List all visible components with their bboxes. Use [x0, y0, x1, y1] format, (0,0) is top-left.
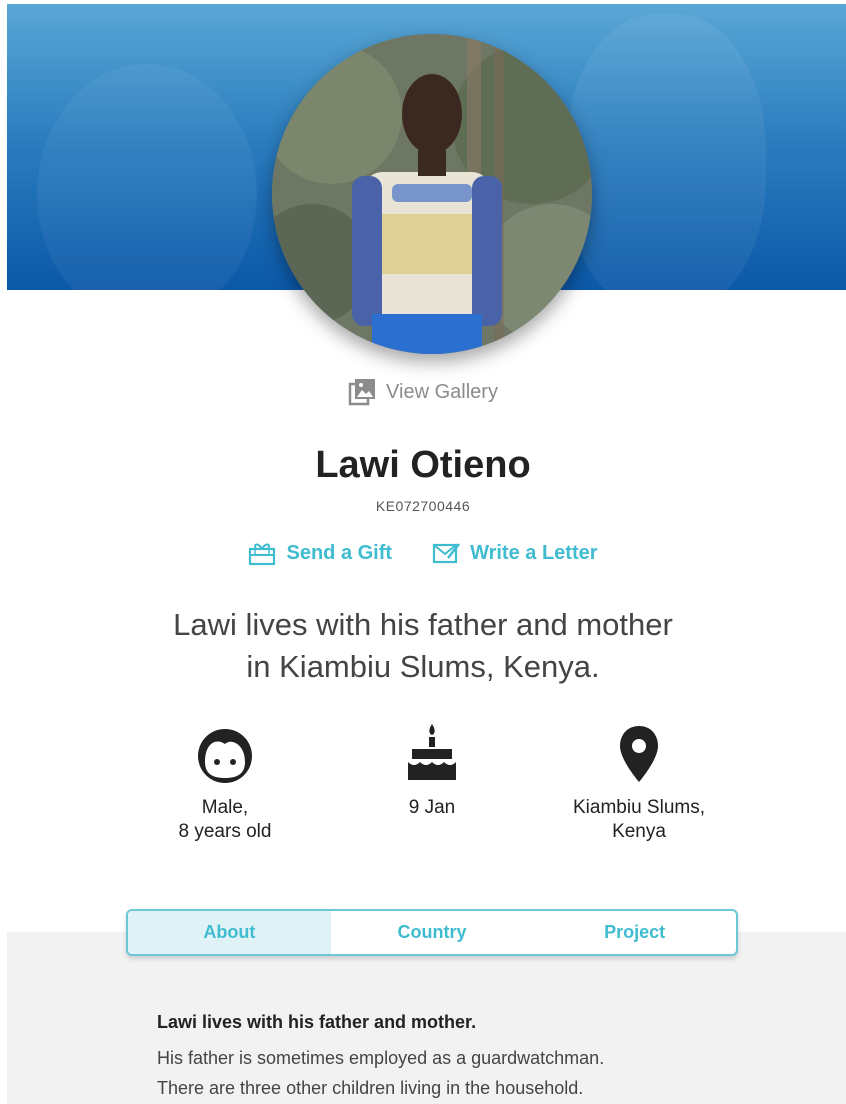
gallery-icon [348, 379, 376, 406]
summary-line: in Kiambiu Slums, Kenya. [246, 649, 600, 684]
fact-location-country: Kenya [612, 821, 666, 842]
send-gift-button[interactable]: Send a Gift [248, 540, 392, 566]
fact-age: 8 years old [178, 821, 272, 842]
write-letter-label: Write a Letter [470, 541, 598, 564]
child-facts: Male, 8 years old 9 Jan Kiambiu Slums, K… [125, 722, 739, 844]
send-gift-label: Send a Gift [286, 541, 393, 564]
child-id: KE072700446 [375, 498, 471, 514]
fact-location-city: Kiambiu Slums, [573, 797, 705, 818]
view-gallery-label: View Gallery [386, 380, 498, 403]
child-name: Lawi Otieno [315, 444, 531, 486]
location-pin-icon [620, 726, 658, 782]
child-summary: Lawi lives with his father and mother in… [0, 604, 846, 688]
fact-gender-age: Male, 8 years old [125, 722, 325, 844]
about-text-line: There are three other children living in… [157, 1078, 584, 1098]
fact-birthday: 9 Jan [332, 722, 532, 844]
birthday-cake-icon [408, 724, 456, 780]
about-section: Lawi lives with his father and mother. H… [157, 1012, 777, 1103]
envelope-pen-icon [432, 543, 461, 564]
info-tabs: About Country Project [126, 909, 738, 956]
hero-shade [37, 64, 257, 290]
write-letter-button[interactable]: Write a Letter [432, 540, 598, 566]
hero-shade [566, 14, 766, 290]
about-text-line: His father is sometimes employed as a gu… [157, 1048, 605, 1068]
view-gallery-link[interactable]: View Gallery [0, 378, 846, 406]
summary-line: Lawi lives with his father and mother [173, 607, 673, 642]
fact-birthday-text: 9 Jan [408, 797, 456, 818]
child-photo[interactable] [272, 34, 592, 354]
gift-icon [249, 543, 276, 566]
action-links: Send a Gift Write a Letter [0, 540, 846, 566]
tab-project[interactable]: Project [533, 911, 736, 954]
child-face-icon [198, 729, 252, 783]
about-title: Lawi lives with his father and mother. [157, 1012, 477, 1032]
child-photo-illustration [272, 34, 592, 354]
fact-location: Kiambiu Slums, Kenya [539, 722, 739, 844]
fact-gender: Male, [201, 797, 249, 818]
tab-country[interactable]: Country [331, 911, 534, 954]
tab-about[interactable]: About [128, 911, 331, 954]
